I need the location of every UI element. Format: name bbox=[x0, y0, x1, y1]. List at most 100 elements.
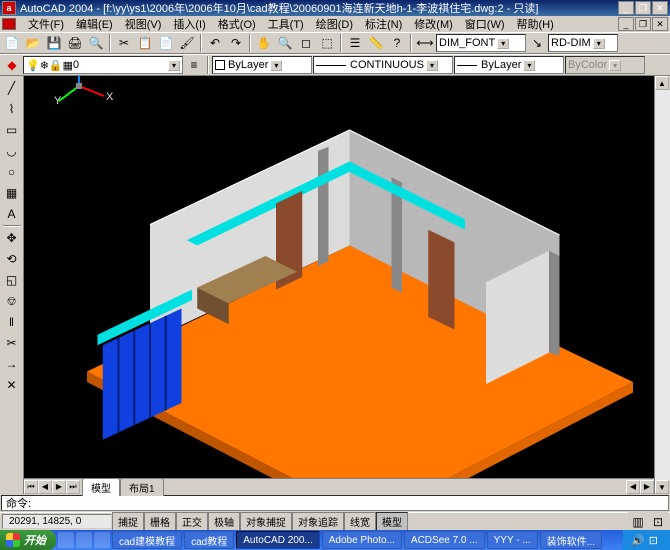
offset-icon[interactable]: ‖ bbox=[2, 312, 22, 332]
scroll-left-icon[interactable]: ◀ bbox=[626, 480, 640, 494]
menu-item-0[interactable]: 文件(F) bbox=[22, 18, 70, 32]
status-toggle-线宽[interactable]: 线宽 bbox=[344, 512, 376, 531]
menu-item-9[interactable]: 窗口(W) bbox=[459, 18, 511, 32]
dist-icon[interactable]: 📏 bbox=[366, 33, 386, 53]
menu-item-6[interactable]: 绘图(D) bbox=[310, 18, 359, 32]
extend-icon[interactable]: → bbox=[2, 354, 22, 374]
status-toggle-对象追踪[interactable]: 对象追踪 bbox=[292, 512, 344, 531]
match-icon[interactable]: 🖌 bbox=[177, 33, 197, 53]
layer-prev-icon[interactable]: ≡ bbox=[184, 55, 204, 75]
redo-icon[interactable]: ↷ bbox=[226, 33, 246, 53]
taskbar-item[interactable]: Adobe Photo... bbox=[322, 531, 402, 549]
scroll-right-icon[interactable]: ▶ bbox=[640, 480, 654, 494]
rect-icon[interactable]: ▭ bbox=[2, 120, 22, 140]
mdi-close-button[interactable]: ✕ bbox=[652, 17, 668, 31]
scroll-down-icon[interactable]: ▼ bbox=[655, 480, 669, 494]
tray-icon[interactable]: 🔊 bbox=[631, 534, 645, 547]
taskbar-item[interactable]: AutoCAD 200... bbox=[236, 531, 319, 549]
tab-next-icon[interactable]: ▶ bbox=[52, 480, 66, 494]
taskbar-item[interactable]: YYY - ... bbox=[487, 531, 538, 549]
dim-icon[interactable]: ⟷ bbox=[415, 33, 435, 53]
pline-icon[interactable]: ⌇ bbox=[2, 99, 22, 119]
zoom-previous-icon[interactable]: ⬚ bbox=[317, 33, 337, 53]
zoom-realtime-icon[interactable]: 🔍 bbox=[275, 33, 295, 53]
preview-icon[interactable]: 🔍 bbox=[86, 33, 106, 53]
mirror-icon[interactable]: ⎊ bbox=[2, 291, 22, 311]
layer-props-icon[interactable]: ◆ bbox=[2, 55, 22, 75]
plotstyle-combo[interactable]: ByColor ▾ bbox=[565, 56, 645, 74]
tab-prev-icon[interactable]: ◀ bbox=[38, 480, 52, 494]
coordinate-display[interactable]: 20291, 14825, 0 bbox=[2, 514, 112, 529]
status-tray-icon[interactable]: ▥ bbox=[628, 512, 648, 532]
standard-toolbar: 📄 📂 💾 🖨 🔍 ✂ 📋 📄 🖌 ↶ ↷ ✋ 🔍 ◻ ⬚ ☰ 📏 ? ⟷ DI… bbox=[0, 32, 670, 54]
copy-icon[interactable]: 📋 bbox=[135, 33, 155, 53]
plot-icon[interactable]: 🖨 bbox=[65, 33, 85, 53]
save-icon[interactable]: 💾 bbox=[44, 33, 64, 53]
tray-icon[interactable]: ⊡ bbox=[649, 534, 658, 547]
open-icon[interactable]: 📂 bbox=[23, 33, 43, 53]
maximize-button[interactable]: ❐ bbox=[635, 1, 651, 15]
pan-icon[interactable]: ✋ bbox=[254, 33, 274, 53]
tab-first-icon[interactable]: ⏮ bbox=[24, 480, 38, 494]
zoom-window-icon[interactable]: ◻ bbox=[296, 33, 316, 53]
layer-combo[interactable]: 💡❄🔒▦ 0 ▾ bbox=[23, 56, 183, 74]
menu-item-8[interactable]: 修改(M) bbox=[408, 18, 459, 32]
new-icon[interactable]: 📄 bbox=[2, 33, 22, 53]
arc-icon[interactable]: ◡ bbox=[2, 141, 22, 161]
color-combo[interactable]: ByLayer ▾ bbox=[212, 56, 312, 74]
start-button[interactable]: 开始 bbox=[0, 530, 56, 550]
menu-item-3[interactable]: 插入(I) bbox=[167, 18, 211, 32]
properties-icon[interactable]: ☰ bbox=[345, 33, 365, 53]
layout-tab[interactable]: 布局1 bbox=[120, 478, 164, 496]
taskbar-item[interactable]: ACDSee 7.0 ... bbox=[404, 531, 485, 549]
model-tab[interactable]: 模型 bbox=[82, 478, 120, 496]
menu-item-10[interactable]: 帮助(H) bbox=[511, 18, 560, 32]
mdi-minimize-button[interactable]: _ bbox=[618, 17, 634, 31]
status-comm-icon[interactable]: ⊡ bbox=[648, 512, 668, 532]
quick-launch-icon[interactable] bbox=[58, 532, 74, 548]
paste-icon[interactable]: 📄 bbox=[156, 33, 176, 53]
menu-item-7[interactable]: 标注(N) bbox=[359, 18, 408, 32]
scale-icon[interactable]: ◱ bbox=[2, 270, 22, 290]
rotate-icon[interactable]: ⟲ bbox=[2, 249, 22, 269]
undo-icon[interactable]: ↶ bbox=[205, 33, 225, 53]
menu-item-2[interactable]: 视图(V) bbox=[119, 18, 168, 32]
taskbar-item[interactable]: cad建模教程 bbox=[112, 531, 182, 549]
help-icon[interactable]: ? bbox=[387, 33, 407, 53]
leader-icon[interactable]: ↘ bbox=[527, 33, 547, 53]
move-icon[interactable]: ✥ bbox=[2, 228, 22, 248]
trim-icon[interactable]: ✂ bbox=[2, 333, 22, 353]
minimize-button[interactable]: _ bbox=[618, 1, 634, 15]
taskbar-item[interactable]: 装饰软件... bbox=[540, 531, 602, 549]
circle-icon[interactable]: ○ bbox=[2, 162, 22, 182]
menu-item-1[interactable]: 编辑(E) bbox=[70, 18, 119, 32]
tab-last-icon[interactable]: ⏭ bbox=[66, 480, 80, 494]
status-toggle-极轴[interactable]: 极轴 bbox=[208, 512, 240, 531]
cut-icon[interactable]: ✂ bbox=[114, 33, 134, 53]
close-button[interactable]: ✕ bbox=[652, 1, 668, 15]
status-toggle-栅格[interactable]: 栅格 bbox=[144, 512, 176, 531]
system-tray[interactable]: 🔊 ⊡ bbox=[623, 530, 670, 550]
model-viewport[interactable]: X Y Z bbox=[24, 76, 654, 478]
menu-item-4[interactable]: 格式(O) bbox=[212, 18, 262, 32]
quick-launch-icon[interactable] bbox=[94, 532, 110, 548]
status-toggle-对象捕捉[interactable]: 对象捕捉 bbox=[240, 512, 292, 531]
text-icon[interactable]: A bbox=[2, 204, 22, 224]
menu-item-5[interactable]: 工具(T) bbox=[262, 18, 310, 32]
line-icon[interactable]: ╱ bbox=[2, 78, 22, 98]
dim-sub-combo[interactable]: RD-DIM ▾ bbox=[548, 34, 618, 52]
status-toggle-模型[interactable]: 模型 bbox=[376, 512, 408, 531]
mdi-restore-button[interactable]: ❐ bbox=[635, 17, 651, 31]
lineweight-combo[interactable]: ByLayer ▾ bbox=[454, 56, 564, 74]
hatch-icon[interactable]: ▦ bbox=[2, 183, 22, 203]
v-scrollbar[interactable]: ▲ ▼ bbox=[654, 76, 670, 494]
command-line[interactable]: 命令: bbox=[1, 495, 669, 511]
status-toggle-正交[interactable]: 正交 bbox=[176, 512, 208, 531]
erase-icon[interactable]: ✕ bbox=[2, 375, 22, 395]
quick-launch-icon[interactable] bbox=[76, 532, 92, 548]
linetype-combo[interactable]: CONTINUOUS ▾ bbox=[313, 56, 453, 74]
taskbar-item[interactable]: cad教程 bbox=[184, 531, 234, 549]
status-toggle-捕捉[interactable]: 捕捉 bbox=[112, 512, 144, 531]
dim-style-combo[interactable]: DIM_FONT ▾ bbox=[436, 34, 526, 52]
scroll-up-icon[interactable]: ▲ bbox=[655, 76, 669, 90]
